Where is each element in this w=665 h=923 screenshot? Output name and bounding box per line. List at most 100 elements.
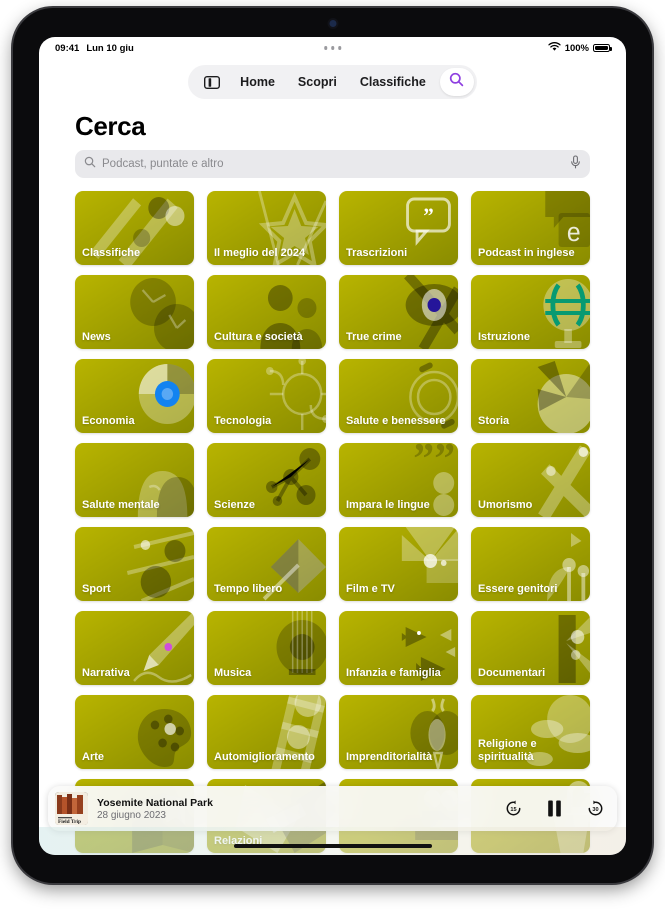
search-placeholder: Podcast, puntate e altro (102, 158, 224, 170)
battery-level (595, 45, 608, 51)
category-tile[interactable]: Imprenditorialità (339, 695, 458, 769)
nav-search-button[interactable] (439, 68, 474, 96)
category-tile-label: Tecnologia (214, 414, 272, 427)
dot-3 (337, 46, 342, 50)
category-tile-label: Podcast in inglese (478, 246, 575, 259)
category-tile-label: Istruzione (478, 330, 530, 343)
category-tile[interactable]: True crime (339, 275, 458, 349)
dot-1 (323, 46, 328, 50)
now-playing-text: Yosemite National Park 28 giugno 2023 (97, 797, 504, 821)
category-tile-label: Storia (478, 414, 510, 427)
svg-text:e: e (567, 218, 581, 247)
search-icon (449, 72, 464, 92)
nav-item-classifiche[interactable]: Classifiche (351, 65, 435, 99)
top-navigation-bar: Home Scopri Classifiche (39, 59, 626, 105)
home-indicator[interactable] (233, 844, 432, 848)
category-tile-label: Trascrizioni (346, 246, 408, 259)
category-tile-label: Il meglio del 2024 (214, 246, 306, 259)
category-tile[interactable]: Documentari (471, 611, 590, 685)
category-tile-label: Classifiche (82, 246, 141, 259)
status-bar: 09:41 Lun 10 giu 100% (39, 37, 626, 59)
category-tile[interactable]: Essere genitori (471, 527, 590, 601)
battery-icon (593, 43, 612, 53)
category-tile[interactable]: Musica (207, 611, 326, 685)
status-bar-right: 100% (548, 41, 612, 55)
nav-item-scopri[interactable]: Scopri (289, 65, 346, 99)
nav-pill: Home Scopri Classifiche (188, 65, 477, 99)
category-tile-label: Sport (82, 582, 111, 595)
category-tile-label: Arte (82, 750, 105, 763)
category-tile-label: Automiglioramento (214, 750, 315, 763)
category-tile[interactable]: Cultura e società (207, 275, 326, 349)
category-tile-label: Umorismo (478, 498, 533, 511)
search-icon (84, 155, 96, 173)
ipad-screen: 09:41 Lun 10 giu 100% Home Scopri Classi… (39, 37, 626, 855)
search-page-content: Cerca Podcast, puntate e altro Classific… (39, 105, 626, 855)
now-playing-bar[interactable]: Field Trip Yosemite National Park 28 giu… (48, 786, 617, 831)
pause-icon[interactable] (546, 799, 563, 818)
status-time: 09:41 (55, 42, 80, 54)
front-camera (329, 20, 336, 27)
category-tile[interactable]: Religione e spiritualità (471, 695, 590, 769)
category-tile[interactable]: Classifiche (75, 191, 194, 265)
category-tile[interactable]: News (75, 275, 194, 349)
multitasking-menu-button[interactable] (323, 46, 342, 50)
ipad-device-frame: 09:41 Lun 10 giu 100% Home Scopri Classi… (13, 8, 652, 883)
wifi-icon (548, 41, 561, 55)
status-bar-left: 09:41 Lun 10 giu (55, 43, 134, 54)
nav-item-home[interactable]: Home (231, 65, 284, 99)
category-tile[interactable]: Salute mentale (75, 443, 194, 517)
category-tile-label: News (82, 330, 111, 343)
status-date: Lun 10 giu (86, 42, 134, 54)
category-tile[interactable]: Narrativa (75, 611, 194, 685)
search-input[interactable]: Podcast, puntate e altro (75, 150, 590, 178)
now-playing-title: Yosemite National Park (97, 796, 213, 809)
category-tile[interactable]: Storia (471, 359, 590, 433)
category-tile[interactable]: Istruzione (471, 275, 590, 349)
category-tile[interactable]: e Podcast in inglese (471, 191, 590, 265)
category-tile-label: Documentari (478, 666, 546, 679)
category-tile[interactable]: ” Trascrizioni (339, 191, 458, 265)
rewind-amount: 15 (510, 807, 516, 813)
category-tile[interactable]: Tecnologia (207, 359, 326, 433)
battery-percent: 100% (564, 42, 589, 54)
category-tile-label: Salute e benessere (346, 414, 446, 427)
svg-text:Field Trip: Field Trip (58, 819, 81, 825)
category-tile[interactable]: ” ” Impara le lingue (339, 443, 458, 517)
rewind-15-icon[interactable]: 15 (504, 799, 523, 818)
category-tile[interactable]: Film e TV (339, 527, 458, 601)
category-tile[interactable]: Umorismo (471, 443, 590, 517)
category-tile[interactable]: Arte (75, 695, 194, 769)
category-tile-label: Religione e spiritualità (478, 738, 537, 763)
podcast-artwork: Field Trip (55, 792, 88, 825)
category-tile[interactable]: Sport (75, 527, 194, 601)
bottom-gradient (39, 827, 626, 855)
category-tile[interactable]: Infanzia e famiglia (339, 611, 458, 685)
forward-amount: 30 (592, 807, 598, 813)
category-tile-label: Tempo libero (214, 582, 283, 595)
category-tile-label: Imprenditorialità (346, 750, 433, 763)
category-grid: Classifiche Il meglio del 2024 ” Trascriz… (39, 191, 626, 853)
category-tile-label: Infanzia e famiglia (346, 666, 441, 679)
category-tile[interactable]: Il meglio del 2024 (207, 191, 326, 265)
page-title: Cerca (75, 111, 146, 141)
category-tile[interactable]: Salute e benessere (339, 359, 458, 433)
svg-text:”: ” (423, 204, 433, 229)
svg-text:”: ” (413, 443, 434, 483)
dot-2 (330, 46, 335, 50)
category-tile-label: Musica (214, 666, 252, 679)
microphone-icon[interactable] (570, 154, 581, 174)
category-tile[interactable]: Automiglioramento (207, 695, 326, 769)
now-playing-subtitle: 28 giugno 2023 (97, 809, 166, 821)
category-tile[interactable]: Scienze (207, 443, 326, 517)
category-tile-label: Salute mentale (82, 498, 160, 511)
forward-30-icon[interactable]: 30 (586, 799, 605, 818)
category-tile-label: Scienze (214, 498, 255, 511)
category-tile[interactable]: Tempo libero (207, 527, 326, 601)
sidebar-toggle-icon[interactable] (198, 65, 226, 99)
category-tile-label: Essere genitori (478, 582, 558, 595)
category-tile[interactable]: Economia (75, 359, 194, 433)
category-tile-label: Narrativa (82, 666, 130, 679)
category-tile-label: True crime (346, 330, 402, 343)
playback-controls: 15 30 (504, 799, 605, 818)
